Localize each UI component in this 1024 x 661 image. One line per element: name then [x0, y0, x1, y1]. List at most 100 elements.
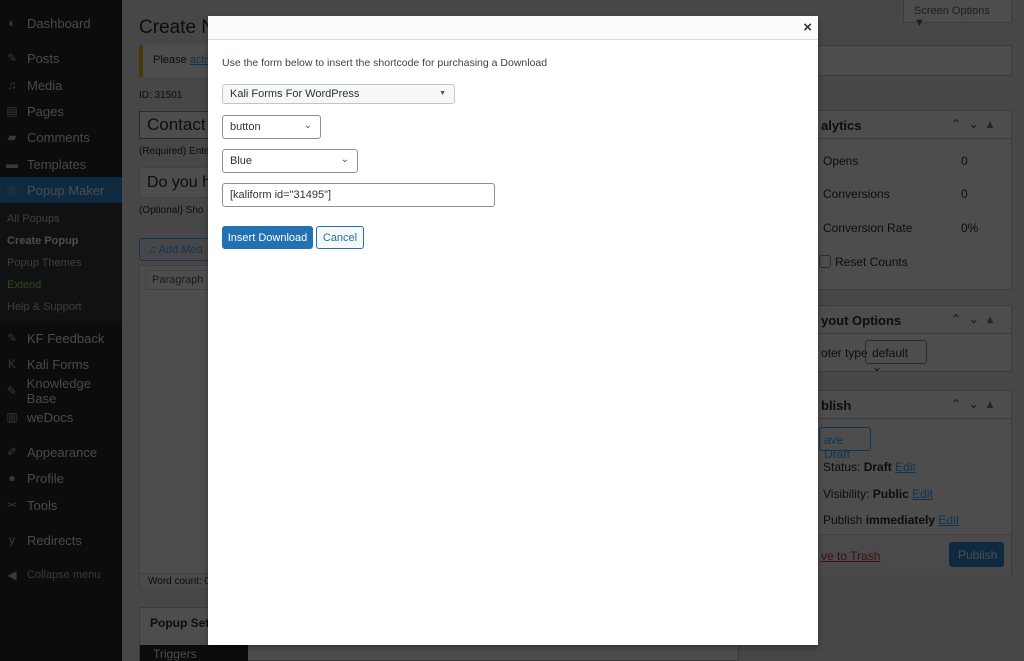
publish-title: blish	[821, 398, 852, 413]
shortcode-input[interactable]: [kaliform id="31495"]	[222, 183, 495, 207]
status-value: Draft	[863, 460, 892, 474]
conversion-rate-label: Conversion Rate	[823, 221, 913, 235]
submenu-create-popup[interactable]: Create Popup	[7, 235, 79, 247]
modal-intro: Use the form below to insert the shortco…	[222, 57, 548, 69]
sidebar-item-media[interactable]: ♫ Media	[0, 72, 122, 98]
sidebar-item-kf-feedback[interactable]: ✎ KF Feedback	[0, 325, 122, 351]
document-icon: ▥	[6, 410, 18, 424]
subtitle-help: (Optional) Sho	[139, 205, 204, 216]
schedule-label: Publish	[823, 513, 866, 527]
sidebar-item-label: Dashboard	[27, 15, 91, 31]
box-controls-icon[interactable]: ⌃⌄▴	[951, 397, 1001, 411]
sidebar-item-knowledge-base[interactable]: ✎ Knowledge Base	[0, 376, 122, 406]
cancel-button[interactable]: Cancel	[316, 226, 364, 249]
user-icon: ●	[8, 471, 16, 485]
sidebar-item-label: Templates	[27, 156, 87, 172]
status-row: Status: Draft Edit	[823, 460, 916, 474]
submenu-extend[interactable]: Extend	[7, 279, 41, 291]
publish-button[interactable]: Publish	[949, 542, 1004, 567]
status-label: Status:	[823, 460, 864, 474]
layout-options-title: yout Options	[821, 313, 902, 328]
sidebar-item-label: Pages	[27, 103, 64, 119]
move-to-trash-link[interactable]: ve to Trash	[821, 549, 880, 563]
sidebar-item-templates[interactable]: ▬ Templates	[0, 151, 122, 177]
modal-backdrop[interactable]: { "sidebar":{"items":[ {"label":"Dashboa…	[0, 0, 1024, 661]
style-select-value: button	[230, 121, 261, 133]
sidebar-item-label: Popup Maker	[27, 182, 105, 198]
reset-counts-checkbox[interactable]	[819, 255, 831, 268]
conversions-value: 0	[961, 187, 968, 201]
dropdown-arrow-icon: ▼	[439, 90, 446, 97]
insert-download-button[interactable]: Insert Download	[222, 226, 313, 249]
sidebar-item-label: Tools	[27, 497, 58, 513]
footer-type-value: default	[872, 346, 909, 360]
sidebar-item-posts[interactable]: ✎ Posts	[0, 45, 122, 71]
dashboard-icon: ◐	[8, 16, 16, 30]
analytics-title: alytics	[821, 118, 862, 133]
popup-settings-title: Popup Sett	[150, 616, 214, 630]
sidebar-item-profile[interactable]: ● Profile	[0, 465, 122, 491]
color-select-value: Blue	[230, 155, 253, 167]
color-select[interactable]: Blue ⌄	[222, 149, 358, 173]
edit-visibility-link[interactable]: Edit	[912, 487, 933, 501]
pages-icon: ▤	[6, 104, 18, 118]
kali-forms-icon: K	[7, 357, 16, 371]
sidebar-item-label: weDocs	[27, 409, 74, 425]
insert-download-modal: × Use the form below to insert the short…	[208, 16, 818, 645]
box-controls-icon[interactable]: ⌃⌄▴	[951, 117, 1001, 131]
sidebar-item-pages[interactable]: ▤ Pages	[0, 98, 122, 124]
notice-text: Please	[153, 54, 190, 66]
screen-options-button[interactable]: Screen Options ▼	[903, 0, 1012, 29]
sidebar-item-redirects[interactable]: y Redirects	[0, 527, 122, 553]
modal-header: ×	[208, 16, 818, 40]
title-help: (Required) Ente	[139, 146, 210, 157]
media-icon: ♫	[148, 244, 159, 256]
popup-maker-icon: ◎	[6, 183, 18, 197]
yoast-icon: y	[9, 533, 15, 547]
download-select[interactable]: Kali Forms For WordPress ▼	[222, 84, 455, 104]
conversion-rate-value: 0%	[961, 221, 979, 235]
edit-status-link[interactable]: Edit	[895, 460, 916, 474]
box-controls-icon[interactable]: ⌃⌄▴	[951, 312, 1001, 326]
admin-sidebar: ◐ Dashboard ✎ Posts ♫ Media ▤ Pages ▰ Comments ▬ Te…	[0, 0, 122, 661]
sidebar-item-label: Profile	[27, 470, 64, 486]
submenu-popup-themes[interactable]: Popup Themes	[7, 257, 81, 269]
pin-icon: ✎	[6, 384, 17, 398]
visibility-row: Visibility: Public Edit	[823, 487, 933, 501]
folder-icon: ▬	[6, 157, 18, 171]
edit-schedule-link[interactable]: Edit	[938, 513, 959, 527]
sidebar-item-label: Redirects	[27, 532, 82, 548]
sidebar-item-label: Kali Forms	[27, 356, 90, 372]
style-select[interactable]: button ⌄	[222, 115, 321, 139]
page-title: Create N	[139, 17, 216, 38]
visibility-value: Public	[872, 487, 909, 501]
sidebar-item-dashboard[interactable]: ◐ Dashboard	[0, 10, 122, 36]
visibility-label: Visibility:	[823, 487, 873, 501]
footer-type-label: oter type	[821, 346, 868, 360]
sidebar-item-popup-maker[interactable]: ◎ Popup Maker	[0, 177, 122, 203]
chevron-down-icon: ⌄	[303, 120, 312, 131]
schedule-value: immediately	[865, 513, 936, 527]
media-icon: ♫	[7, 78, 17, 92]
sidebar-item-tools[interactable]: ✂ Tools	[0, 492, 122, 518]
collapse-icon: ◀	[7, 568, 17, 582]
submenu-help-support[interactable]: Help & Support	[7, 301, 82, 313]
sidebar-item-kali-forms[interactable]: K Kali Forms	[0, 351, 122, 377]
save-draft-button[interactable]: ave Draft	[819, 427, 871, 461]
pin-icon: ✎	[6, 331, 18, 345]
download-select-value: Kali Forms For WordPress	[230, 88, 360, 100]
chevron-down-icon: ⌄	[340, 154, 349, 165]
tab-triggers[interactable]: Triggers	[140, 645, 248, 661]
sidebar-item-label: Media	[27, 77, 63, 93]
sidebar-item-label: Posts	[27, 50, 60, 66]
sidebar-item-appearance[interactable]: ✐ Appearance	[0, 439, 122, 465]
sidebar-item-wedocs[interactable]: ▥ weDocs	[0, 404, 122, 430]
sidebar-item-collapse-menu[interactable]: ◀ Collapse menu	[0, 562, 122, 588]
footer-type-select[interactable]: default ⌄	[865, 340, 927, 374]
opens-label: Opens	[823, 154, 859, 168]
close-icon[interactable]: ×	[803, 19, 812, 36]
paragraph-select[interactable]: Paragraph	[145, 270, 215, 290]
pin-icon: ✎	[6, 51, 18, 65]
sidebar-item-comments[interactable]: ▰ Comments	[0, 124, 122, 150]
submenu-all-popups[interactable]: All Popups	[7, 213, 60, 225]
